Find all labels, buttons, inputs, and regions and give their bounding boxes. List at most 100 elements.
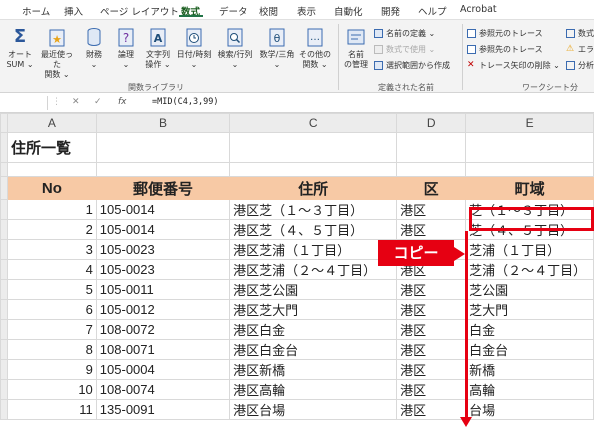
cell-town[interactable]: 白金 xyxy=(465,319,594,340)
column-header-d[interactable]: D xyxy=(396,113,467,133)
cell-town[interactable]: 芝浦（１丁目） xyxy=(465,239,594,260)
use-in-formula-button[interactable]: 数式で使用 ⌄ xyxy=(374,44,435,55)
cell-town[interactable]: 高輪 xyxy=(465,379,594,400)
cell-town[interactable]: 芝公園 xyxy=(465,279,594,300)
row-header[interactable] xyxy=(0,359,8,380)
cell-no[interactable]: 3 xyxy=(7,239,97,260)
row-header[interactable] xyxy=(0,299,8,320)
cell-ward[interactable]: 港区 xyxy=(396,219,467,240)
more-functions-button[interactable]: … その他の 関数 ⌄ xyxy=(298,26,332,70)
column-header-b[interactable]: B xyxy=(95,113,231,133)
cell[interactable] xyxy=(229,162,398,177)
row-header[interactable] xyxy=(0,199,8,220)
cell-address[interactable]: 港区芝（４、５丁目） xyxy=(229,219,398,240)
header-ward[interactable]: 区 xyxy=(396,176,467,200)
cell[interactable] xyxy=(229,132,398,163)
cell-town[interactable]: 芝大門 xyxy=(465,299,594,320)
cell-ward[interactable]: 港区 xyxy=(396,199,467,220)
row-header[interactable] xyxy=(0,279,8,300)
cell-no[interactable]: 11 xyxy=(7,399,97,420)
tab-review[interactable]: 校閲 xyxy=(259,4,278,18)
row-header[interactable] xyxy=(0,176,8,200)
cell-zip[interactable]: 105-0014 xyxy=(95,199,231,220)
lookup-button[interactable]: 検索/行列 ⌄ xyxy=(215,26,255,70)
cell-address[interactable]: 港区芝浦（１丁目） xyxy=(229,239,398,260)
header-address[interactable]: 住所 xyxy=(229,176,398,200)
cell[interactable] xyxy=(95,162,231,177)
cell-ward[interactable]: 港区 xyxy=(396,339,467,360)
insert-function-icon[interactable]: fx xyxy=(118,97,127,107)
enter-icon[interactable]: ✓ xyxy=(94,97,102,107)
cell-no[interactable]: 4 xyxy=(7,259,97,280)
cell[interactable] xyxy=(95,132,231,163)
header-no[interactable]: No xyxy=(7,176,97,200)
tab-help[interactable]: ヘルプ xyxy=(418,4,447,18)
show-formulas-button[interactable]: 数式 xyxy=(566,28,594,39)
name-manager-button[interactable]: 名前 の管理 xyxy=(342,26,370,70)
text-functions-button[interactable]: A 文字列 操作 ⌄ xyxy=(142,26,174,70)
tab-developer[interactable]: 開発 xyxy=(381,4,400,18)
trace-precedents-button[interactable]: 参照元のトレース xyxy=(467,28,543,39)
formula-input[interactable]: =MID(C4,3,99) xyxy=(152,97,219,107)
tab-acrobat[interactable]: Acrobat xyxy=(460,4,497,15)
recent-functions-button[interactable]: ★ 最近使った 関数 ⌄ xyxy=(38,26,76,80)
select-all-corner[interactable] xyxy=(0,113,8,133)
cancel-icon[interactable]: ✕ xyxy=(72,97,80,107)
cell-zip[interactable]: 135-0091 xyxy=(95,399,231,420)
cell-ward[interactable]: 港区 xyxy=(396,379,467,400)
cell-zip[interactable]: 108-0071 xyxy=(95,339,231,360)
row-header[interactable] xyxy=(0,219,8,240)
financial-button[interactable]: 財務 ⌄ xyxy=(80,26,108,70)
tab-automate[interactable]: 自動化 xyxy=(334,4,363,18)
cell-zip[interactable]: 105-0023 xyxy=(95,259,231,280)
cell-ward[interactable]: 港区 xyxy=(396,399,467,420)
row-header[interactable] xyxy=(0,239,8,260)
tab-insert[interactable]: 挿入 xyxy=(64,4,83,18)
header-town[interactable]: 町域 xyxy=(465,176,594,200)
cell-address[interactable]: 港区芝公園 xyxy=(229,279,398,300)
cell[interactable] xyxy=(396,132,467,163)
evaluate-formula-button[interactable]: 分析 xyxy=(566,60,594,71)
cell-no[interactable]: 10 xyxy=(7,379,97,400)
worksheet-grid[interactable]: A B C D E 住所一覧 No 郵便番号 住所 区 町域 1 105-001… xyxy=(0,113,594,427)
error-check-button[interactable]: ⚠エラー xyxy=(566,44,594,55)
row-header[interactable] xyxy=(0,399,8,420)
cell-zip[interactable]: 105-0004 xyxy=(95,359,231,380)
cell-address[interactable]: 港区芝大門 xyxy=(229,299,398,320)
header-zip[interactable]: 郵便番号 xyxy=(95,176,231,200)
cell[interactable] xyxy=(465,162,594,177)
row-header[interactable] xyxy=(0,379,8,400)
cell-no[interactable]: 6 xyxy=(7,299,97,320)
logical-button[interactable]: ? 論理 ⌄ xyxy=(112,26,140,70)
sheet-title[interactable]: 住所一覧 xyxy=(7,132,97,163)
cell-ward[interactable]: 港区 xyxy=(396,319,467,340)
cell[interactable] xyxy=(7,162,97,177)
column-header-e[interactable]: E xyxy=(465,113,594,133)
cell-no[interactable]: 8 xyxy=(7,339,97,360)
cell-address[interactable]: 港区新橋 xyxy=(229,359,398,380)
row-header[interactable] xyxy=(0,162,8,177)
cell-town[interactable]: 白金台 xyxy=(465,339,594,360)
cell-address[interactable]: 港区白金 xyxy=(229,319,398,340)
name-box[interactable] xyxy=(0,96,48,110)
row-header[interactable] xyxy=(0,259,8,280)
cell-no[interactable]: 2 xyxy=(7,219,97,240)
cell-zip[interactable]: 105-0023 xyxy=(95,239,231,260)
column-header-c[interactable]: C xyxy=(229,113,398,133)
cell-address[interactable]: 港区台場 xyxy=(229,399,398,420)
remove-arrows-button[interactable]: ✕ トレース矢印の削除 ⌄ xyxy=(467,60,560,71)
cell-zip[interactable]: 105-0011 xyxy=(95,279,231,300)
cell-ward[interactable]: 港区 xyxy=(396,359,467,380)
autosum-button[interactable]: Σ オート SUM ⌄ xyxy=(6,26,34,70)
column-header-a[interactable]: A xyxy=(7,113,97,133)
cell-no[interactable]: 1 xyxy=(7,199,97,220)
cell-zip[interactable]: 108-0072 xyxy=(95,319,231,340)
cell-zip[interactable]: 108-0074 xyxy=(95,379,231,400)
create-from-selection-button[interactable]: 選択範囲から作成 xyxy=(374,60,450,71)
row-header[interactable] xyxy=(0,339,8,360)
cell-ward[interactable]: 港区 xyxy=(396,299,467,320)
cell-ward[interactable]: 港区 xyxy=(396,279,467,300)
cell[interactable] xyxy=(465,132,594,163)
row-header[interactable] xyxy=(0,132,8,163)
tab-view[interactable]: 表示 xyxy=(297,4,316,18)
